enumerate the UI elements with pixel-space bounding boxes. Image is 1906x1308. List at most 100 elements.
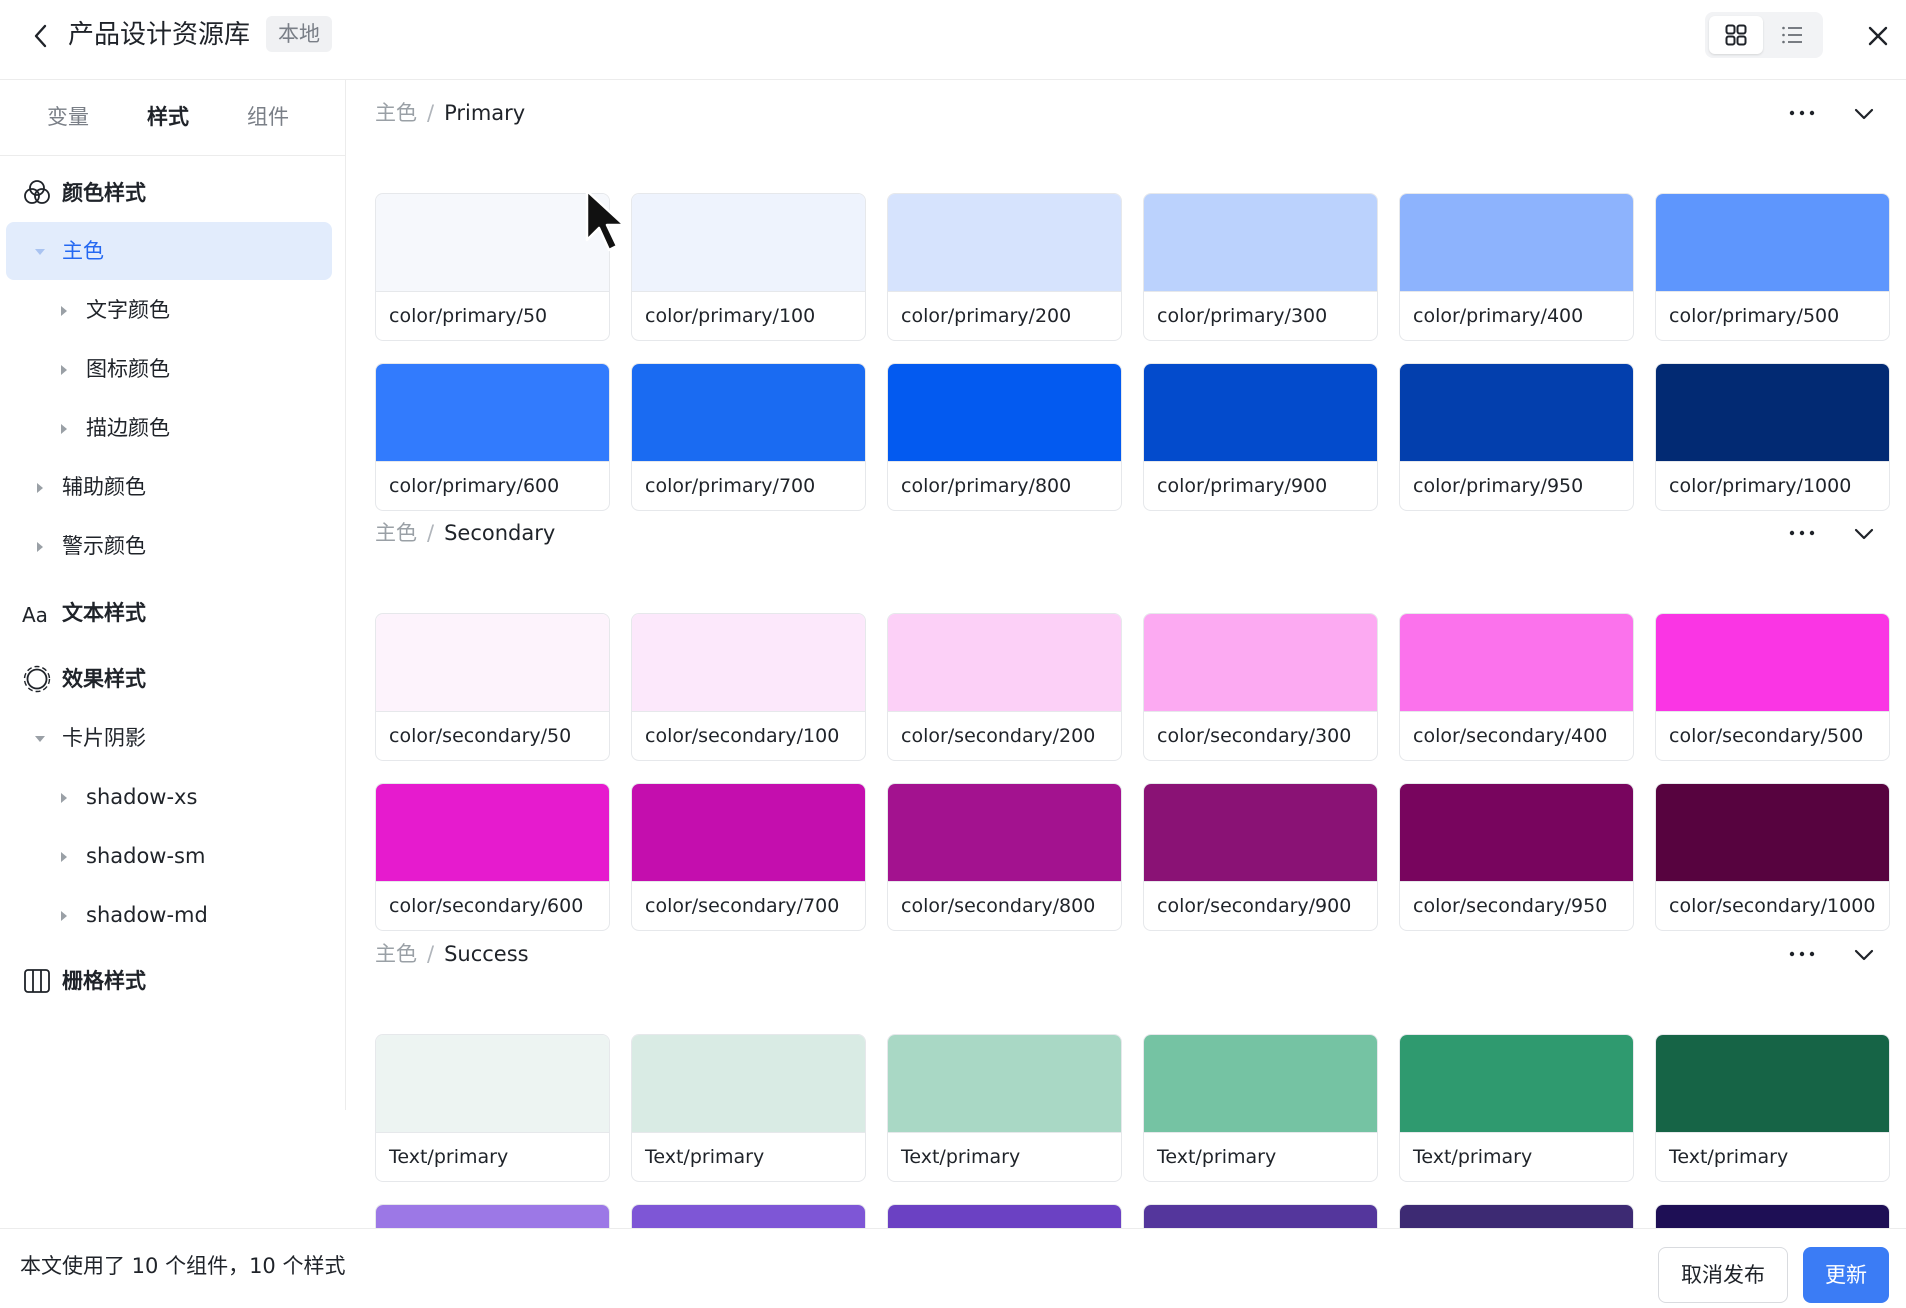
tab-variables[interactable]: 变量 <box>47 102 89 132</box>
section-header: 主色 / Primary <box>375 95 525 135</box>
swatch-color-fill <box>1144 364 1377 462</box>
list-view-button[interactable] <box>1765 16 1819 54</box>
tab-components[interactable]: 组件 <box>247 102 289 132</box>
swatch-label: color/secondary/200 <box>901 725 1096 747</box>
swatch-label: color/primary/1000 <box>1669 475 1852 497</box>
color-swatch-card[interactable]: color/primary/900 <box>1143 363 1378 511</box>
color-swatch-card[interactable]: color/primary/400 <box>1399 193 1634 341</box>
color-swatch-card[interactable]: color/primary/950 <box>1399 363 1634 511</box>
swatch-label: color/primary/700 <box>645 475 816 497</box>
close-icon[interactable] <box>1864 22 1892 50</box>
caret-right-icon[interactable] <box>61 911 67 921</box>
section-crumb[interactable]: 主色 <box>375 942 417 966</box>
color-swatch-card[interactable]: Text/primary <box>631 1034 866 1182</box>
color-swatch-card[interactable]: color/primary/500 <box>1655 193 1890 341</box>
swatch-color-fill <box>376 1035 609 1133</box>
grid-view-button[interactable] <box>1709 16 1763 54</box>
color-swatch-card[interactable]: color/secondary/50 <box>375 613 610 761</box>
tree-item-shadow-xs[interactable]: shadow-xs <box>6 768 332 826</box>
swatch-color-fill <box>1656 784 1889 882</box>
swatch-label: color/secondary/1000 <box>1669 895 1876 917</box>
color-swatch-card[interactable]: Text/primary <box>1655 1034 1890 1182</box>
more-icon[interactable] <box>1787 525 1817 541</box>
back-arrow-icon[interactable] <box>30 22 52 50</box>
tree-item-shadow-sm[interactable]: shadow-sm <box>6 827 332 885</box>
color-swatch-card[interactable]: color/secondary/600 <box>375 783 610 931</box>
chevron-down-icon[interactable] <box>1851 521 1877 547</box>
caret-down-icon[interactable] <box>35 249 45 255</box>
color-swatch-card[interactable]: color/secondary/900 <box>1143 783 1378 931</box>
color-swatch-card[interactable] <box>1655 1204 1890 1228</box>
color-swatch-card[interactable]: color/secondary/300 <box>1143 613 1378 761</box>
swatch-label: color/primary/950 <box>1413 475 1584 497</box>
tree-item-text-color[interactable]: 文字颜色 <box>6 281 332 339</box>
color-swatch-card[interactable]: color/secondary/500 <box>1655 613 1890 761</box>
color-swatch-card[interactable]: color/primary/50 <box>375 193 610 341</box>
caret-right-icon[interactable] <box>61 365 67 375</box>
tree-item-warning-color[interactable]: 警示颜色 <box>6 517 332 575</box>
tree-group-effect-styles[interactable]: 效果样式 <box>6 650 332 708</box>
swatch-color-fill <box>1656 194 1889 292</box>
swatch-color-fill <box>1144 784 1377 882</box>
color-swatch-card[interactable]: color/primary/600 <box>375 363 610 511</box>
caret-right-icon[interactable] <box>61 852 67 862</box>
chevron-down-icon[interactable] <box>1851 942 1877 968</box>
caret-right-icon[interactable] <box>61 306 67 316</box>
caret-right-icon[interactable] <box>37 483 43 493</box>
tree-item-auxiliary-color[interactable]: 辅助颜色 <box>6 458 332 516</box>
color-swatch-card[interactable]: color/secondary/950 <box>1399 783 1634 931</box>
tree-group-text-styles[interactable]: Aa 文本样式 <box>6 584 332 642</box>
color-swatch-card[interactable]: color/primary/1000 <box>1655 363 1890 511</box>
chevron-down-icon[interactable] <box>1851 101 1877 127</box>
color-swatch-card[interactable]: color/primary/700 <box>631 363 866 511</box>
more-icon[interactable] <box>1787 105 1817 121</box>
color-swatch-card[interactable]: color/primary/100 <box>631 193 866 341</box>
color-style-icon <box>22 178 52 208</box>
color-swatch-card[interactable] <box>1399 1204 1634 1228</box>
tree-item-icon-color[interactable]: 图标颜色 <box>6 340 332 398</box>
section-crumb[interactable]: 主色 <box>375 101 417 125</box>
tree-group-color-styles[interactable]: 颜色样式 <box>6 164 332 222</box>
caret-right-icon[interactable] <box>61 793 67 803</box>
swatch-color-fill <box>632 364 865 462</box>
color-swatch-card[interactable] <box>1143 1204 1378 1228</box>
section-crumb[interactable]: 主色 <box>375 521 417 545</box>
swatch-label: color/primary/50 <box>389 305 548 327</box>
color-swatch-card[interactable] <box>887 1204 1122 1228</box>
color-swatch-card[interactable]: color/secondary/100 <box>631 613 866 761</box>
color-swatch-card[interactable]: Text/primary <box>887 1034 1122 1182</box>
color-swatch-card[interactable]: color/secondary/400 <box>1399 613 1634 761</box>
swatch-color-fill <box>632 614 865 712</box>
tree-group-grid-styles[interactable]: 栅格样式 <box>6 952 332 1010</box>
swatch-color-fill <box>1400 784 1633 882</box>
caret-right-icon[interactable] <box>37 542 43 552</box>
more-icon[interactable] <box>1787 946 1817 962</box>
color-swatch-card[interactable]: Text/primary <box>1399 1034 1634 1182</box>
grid-style-icon <box>22 966 52 996</box>
section-header: 主色 / Success <box>375 936 529 976</box>
unpublish-button[interactable]: 取消发布 <box>1658 1247 1788 1303</box>
color-swatch-card[interactable] <box>631 1204 866 1228</box>
tree-item-card-shadow[interactable]: 卡片阴影 <box>6 709 332 767</box>
color-swatch-card[interactable]: color/secondary/1000 <box>1655 783 1890 931</box>
color-swatch-card[interactable]: Text/primary <box>375 1034 610 1182</box>
color-swatch-card[interactable]: color/primary/800 <box>887 363 1122 511</box>
tree-item-primary[interactable]: 主色 <box>6 222 332 280</box>
swatch-label: color/primary/400 <box>1413 305 1584 327</box>
color-swatch-card[interactable]: color/secondary/800 <box>887 783 1122 931</box>
sidebar-tabs: 变量 样式 组件 <box>0 80 346 156</box>
color-swatch-card[interactable] <box>375 1204 610 1228</box>
caret-down-icon[interactable] <box>35 736 45 742</box>
color-swatch-card[interactable]: color/secondary/200 <box>887 613 1122 761</box>
color-swatch-card[interactable]: Text/primary <box>1143 1034 1378 1182</box>
color-swatch-card[interactable]: color/secondary/700 <box>631 783 866 931</box>
color-swatch-card[interactable]: color/primary/300 <box>1143 193 1378 341</box>
tree-item-stroke-color[interactable]: 描边颜色 <box>6 399 332 457</box>
update-button[interactable]: 更新 <box>1803 1247 1889 1303</box>
tree-label: 效果样式 <box>62 667 146 691</box>
color-swatch-card[interactable]: color/primary/200 <box>887 193 1122 341</box>
tree-item-shadow-md[interactable]: shadow-md <box>6 886 332 944</box>
caret-right-icon[interactable] <box>61 424 67 434</box>
tab-styles[interactable]: 样式 <box>147 102 189 132</box>
tree-label: 描边颜色 <box>86 416 170 440</box>
